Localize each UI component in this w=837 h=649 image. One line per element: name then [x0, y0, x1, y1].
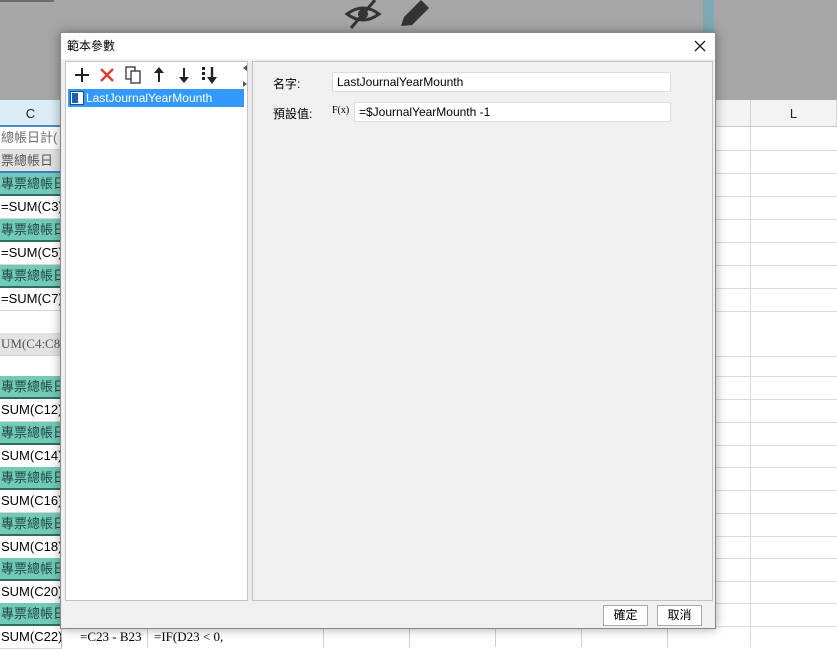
column-header-k[interactable]	[715, 100, 751, 127]
cell-c18[interactable]: 專票總帳日	[0, 513, 62, 536]
cell-b24[interactable]: =C23 - B23	[80, 627, 148, 647]
parameter-detail-pane: 名字: LastJournalYearMounth 預設值: F(x) =$Jo…	[252, 61, 713, 601]
cell-c19[interactable]: SUM(C18)	[0, 536, 62, 559]
cell-c2[interactable]: 票總帳日	[0, 150, 62, 173]
gridline	[750, 127, 751, 647]
cell-c14[interactable]: 專票總帳日	[0, 422, 62, 445]
parameter-toolbar	[66, 62, 247, 88]
cell-c10[interactable]: UM(C4:C8)	[0, 333, 62, 356]
cell-c1[interactable]: 總帳日計(	[0, 127, 62, 150]
arrow-up-icon[interactable]	[149, 65, 169, 85]
cell-c9[interactable]	[0, 311, 62, 334]
template-parameters-dialog: 範本參數 LastJournalYearMounth 名字: LastJourn…	[60, 32, 716, 629]
copy-icon[interactable]	[123, 65, 143, 85]
parameter-icon	[70, 91, 84, 105]
tab-indicator	[0, 0, 54, 2]
dialog-titlebar[interactable]: 範本參數	[61, 33, 715, 59]
cell-c5[interactable]: 專票總帳日	[0, 219, 62, 242]
cell-c23[interactable]: SUM(C22)	[0, 626, 62, 649]
cell-c4[interactable]: =SUM(C3)	[0, 196, 62, 219]
parameter-list-pane: LastJournalYearMounth	[65, 61, 248, 601]
hide-eye-icon[interactable]	[343, 0, 383, 30]
pencil-icon[interactable]	[395, 0, 435, 30]
cell-c8[interactable]: =SUM(C7)	[0, 288, 62, 311]
cancel-button[interactable]: 取消	[657, 605, 702, 626]
cell-c16[interactable]: 專票總帳日	[0, 467, 62, 490]
cell-c12[interactable]: 專票總帳日	[0, 376, 62, 399]
cell-c22[interactable]: 專票總帳日	[0, 603, 62, 626]
cell-c15[interactable]: SUM(C14)	[0, 445, 62, 468]
formula-fx-button[interactable]: F(x)	[332, 101, 352, 123]
name-label: 名字:	[273, 77, 301, 91]
cell-d24[interactable]: =IF(D23 < 0,	[154, 627, 324, 647]
column-header-l[interactable]: L	[751, 100, 837, 127]
delete-x-icon[interactable]	[97, 65, 117, 85]
default-value-input[interactable]: =$JournalYearMounth -1	[354, 102, 671, 122]
plus-icon[interactable]	[72, 65, 92, 85]
parameter-name-label: LastJournalYearMounth	[86, 91, 213, 105]
formula-row: =C23 - B23 =IF(D23 < 0,	[62, 627, 837, 647]
cell-c17[interactable]: SUM(C16)	[0, 490, 62, 513]
close-icon[interactable]	[691, 37, 709, 55]
move-to-bottom-icon[interactable]	[200, 65, 220, 85]
cell-c20[interactable]: 專票總帳日	[0, 558, 62, 581]
parameter-list-item[interactable]: LastJournalYearMounth	[68, 89, 244, 107]
column-header-c[interactable]: C	[0, 100, 62, 127]
arrow-down-icon[interactable]	[174, 65, 194, 85]
cell-c13[interactable]: SUM(C12)	[0, 399, 62, 422]
cell-c7[interactable]: 專票總帳日	[0, 265, 62, 288]
name-input[interactable]: LastJournalYearMounth	[332, 72, 671, 92]
ok-button[interactable]: 確定	[603, 605, 648, 626]
fx-icon: F(x)	[332, 105, 350, 116]
default-value-label: 預設值:	[273, 107, 313, 121]
cell-c3[interactable]: 專票總帳日	[0, 173, 62, 196]
cell-c21[interactable]: SUM(C20)	[0, 581, 62, 604]
cell-c6[interactable]: =SUM(C5)	[0, 242, 62, 265]
dialog-title: 範本參數	[67, 39, 116, 53]
